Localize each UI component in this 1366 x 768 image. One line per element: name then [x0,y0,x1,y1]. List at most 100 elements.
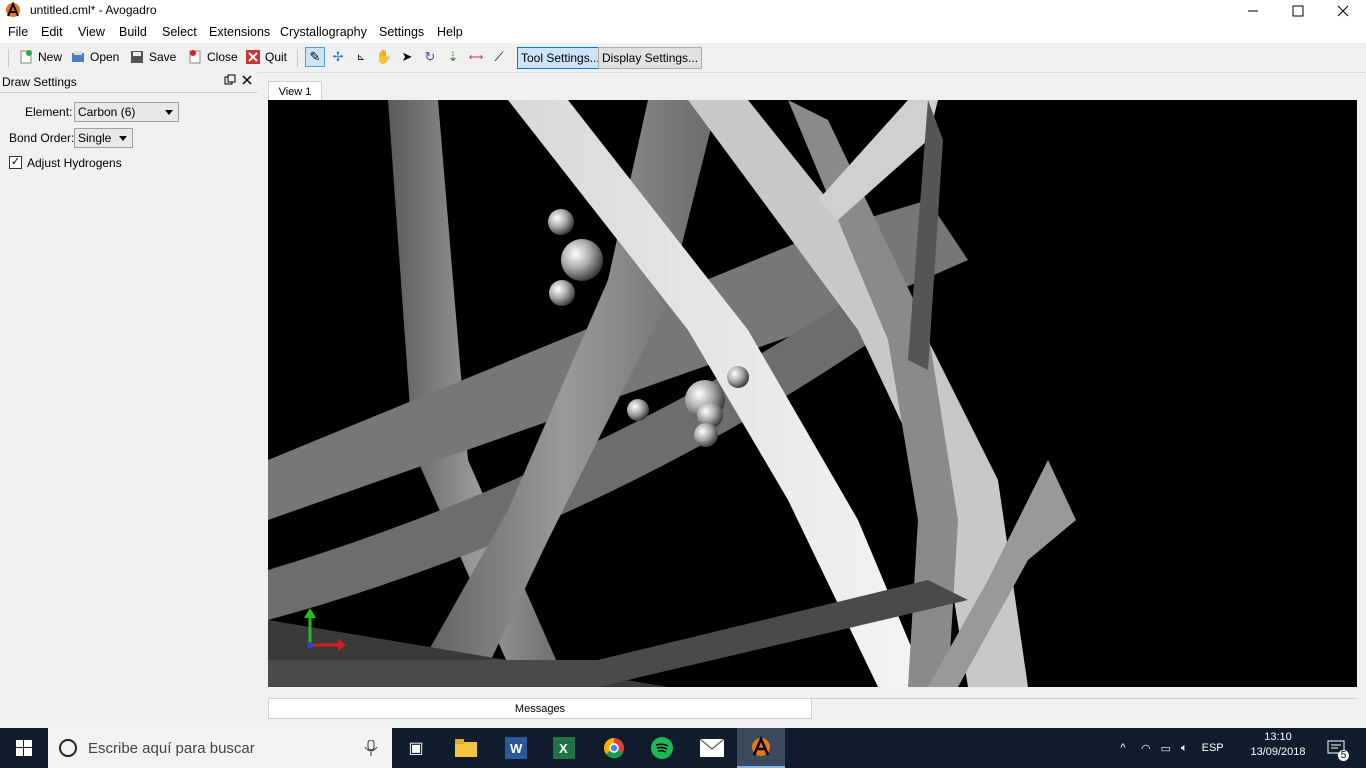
main-toolbar: New Open Save Close Quit ✎ ✢ ⊾ ✋ ➤ ↻ ⇣ ⟷… [0,43,1366,73]
svg-text:X: X [559,741,568,756]
new-label: New [38,50,63,64]
network-icon[interactable]: ◠ [1141,742,1151,755]
microphone-icon[interactable] [364,740,378,756]
rotate-icon: ↻ [424,49,436,64]
tool-settings-button[interactable]: Tool Settings... [517,47,604,69]
navigate-tool-button[interactable]: ✢ [328,47,348,67]
display-settings-button[interactable]: Display Settings... [598,47,703,69]
panel-header: Draw Settings [0,72,257,93]
molecule-viewport[interactable] [268,100,1357,687]
pencil-icon: ✎ [309,49,321,64]
mail-button[interactable] [688,728,736,768]
avogadro-icon [752,735,770,756]
volume-icon[interactable]: 🔈︎ [1181,742,1188,755]
close-button[interactable]: Close [187,47,238,67]
view-tab-label: View 1 [278,85,312,98]
toolbar-separator [297,49,298,67]
task-view-button[interactable]: ▣ [392,728,440,768]
spotify-button[interactable] [638,728,686,768]
save-button[interactable]: Save [129,47,176,67]
element-select[interactable]: Carbon (6) [74,102,179,122]
menu-build[interactable]: Build [119,25,147,39]
menu-select[interactable]: Select [162,25,197,39]
avogadro-app-icon [6,1,20,17]
taskbar: Escribe aquí para buscar ▣ W X ^ ◠ ▭ 🔈︎ … [0,728,1366,768]
start-button[interactable] [0,728,48,768]
taskbar-search[interactable]: Escribe aquí para buscar [48,728,392,768]
open-icon [72,51,84,62]
clock-date: 13/09/2018 [1250,746,1306,758]
file-explorer-button[interactable] [442,728,490,768]
save-icon [131,51,143,63]
excel-button[interactable]: X [540,728,588,768]
messages-divider [812,698,1357,699]
new-button[interactable]: New [18,47,62,67]
notification-count: 5 [1338,750,1349,761]
chevron-down-icon [119,136,127,141]
select-tool-button[interactable]: ➤ [397,47,417,67]
float-panel-icon[interactable] [224,74,236,89]
action-center-button[interactable]: 5 [1316,728,1356,768]
cortana-icon [59,739,77,757]
maximize-button[interactable] [1275,0,1321,22]
align-tool-button[interactable]: ⟋ [489,47,509,67]
open-button[interactable]: Open [70,47,119,67]
clock[interactable]: 13:10 13/09/2018 [1240,731,1316,758]
chevron-up-icon[interactable]: ^ [1115,742,1131,754]
auto-optimize-tool-button[interactable]: ⇣ [443,47,463,67]
system-tray: ^ ◠ ▭ 🔈︎ ESP [1115,728,1224,768]
close-label: Close [207,50,238,64]
menu-settings[interactable]: Settings [379,25,424,39]
quit-icon [246,50,260,64]
adjust-hydrogens-checkbox[interactable]: ✓ [9,156,22,169]
auto-rotate-tool-button[interactable]: ↻ [420,47,440,67]
manipulate-tool-button[interactable]: ✋ [374,47,394,67]
element-value: Carbon (6) [78,105,136,119]
avogadro-taskbar-button[interactable] [737,728,785,768]
protein-ribbon-render [268,100,1076,687]
menu-extensions[interactable]: Extensions [209,25,270,39]
bond-order-value: Single [78,131,112,145]
mail-icon [700,739,724,757]
new-file-icon [20,50,32,64]
element-label: Element: [25,105,73,119]
menu-file[interactable]: File [8,25,28,39]
menu-help[interactable]: Help [437,25,463,39]
adjust-hydrogens-label: Adjust Hydrogens [27,156,122,170]
language-indicator[interactable]: ESP [1202,742,1224,754]
draw-settings-panel: Draw Settings Element: Carbon (6) Bond O… [0,72,257,728]
menu-view[interactable]: View [78,25,105,39]
optimize-icon: ⇣ [447,49,459,64]
menu-crystallography[interactable]: Crystallography [280,25,367,39]
clock-time: 13:10 [1264,731,1292,743]
close-file-icon [189,50,201,64]
task-view-icon: ▣ [408,740,424,757]
folder-icon [455,739,477,757]
bond-centric-tool-button[interactable]: ⊾ [351,47,371,67]
menu-edit[interactable]: Edit [41,25,63,39]
svg-text:W: W [510,741,523,756]
tool-settings-label: Tool Settings... [521,51,600,65]
quit-button[interactable]: Quit [245,47,287,67]
windows-icon [16,740,32,756]
pointer-icon: ➤ [401,49,413,64]
chrome-button[interactable] [590,728,638,768]
bond-centric-icon: ⊾ [356,51,366,63]
battery-icon[interactable]: ▭ [1161,742,1171,755]
align-icon: ⟋ [494,49,504,64]
minimize-icon [1248,10,1258,12]
measure-icon: ⟷ [468,51,484,63]
spotify-icon [651,737,673,759]
bond-order-select[interactable]: Single [74,128,133,148]
tab-messages[interactable]: Messages [268,698,812,719]
tab-view-1[interactable]: View 1 [268,81,322,101]
display-settings-label: Display Settings... [602,51,699,65]
close-panel-icon[interactable] [241,74,253,89]
measure-tool-button[interactable]: ⟷ [466,47,486,67]
draw-tool-button[interactable]: ✎ [305,47,325,67]
minimize-button[interactable] [1230,0,1276,22]
word-icon: W [505,737,527,759]
close-window-button[interactable] [1320,0,1366,22]
word-button[interactable]: W [492,728,540,768]
navigate-icon: ✢ [332,49,344,64]
